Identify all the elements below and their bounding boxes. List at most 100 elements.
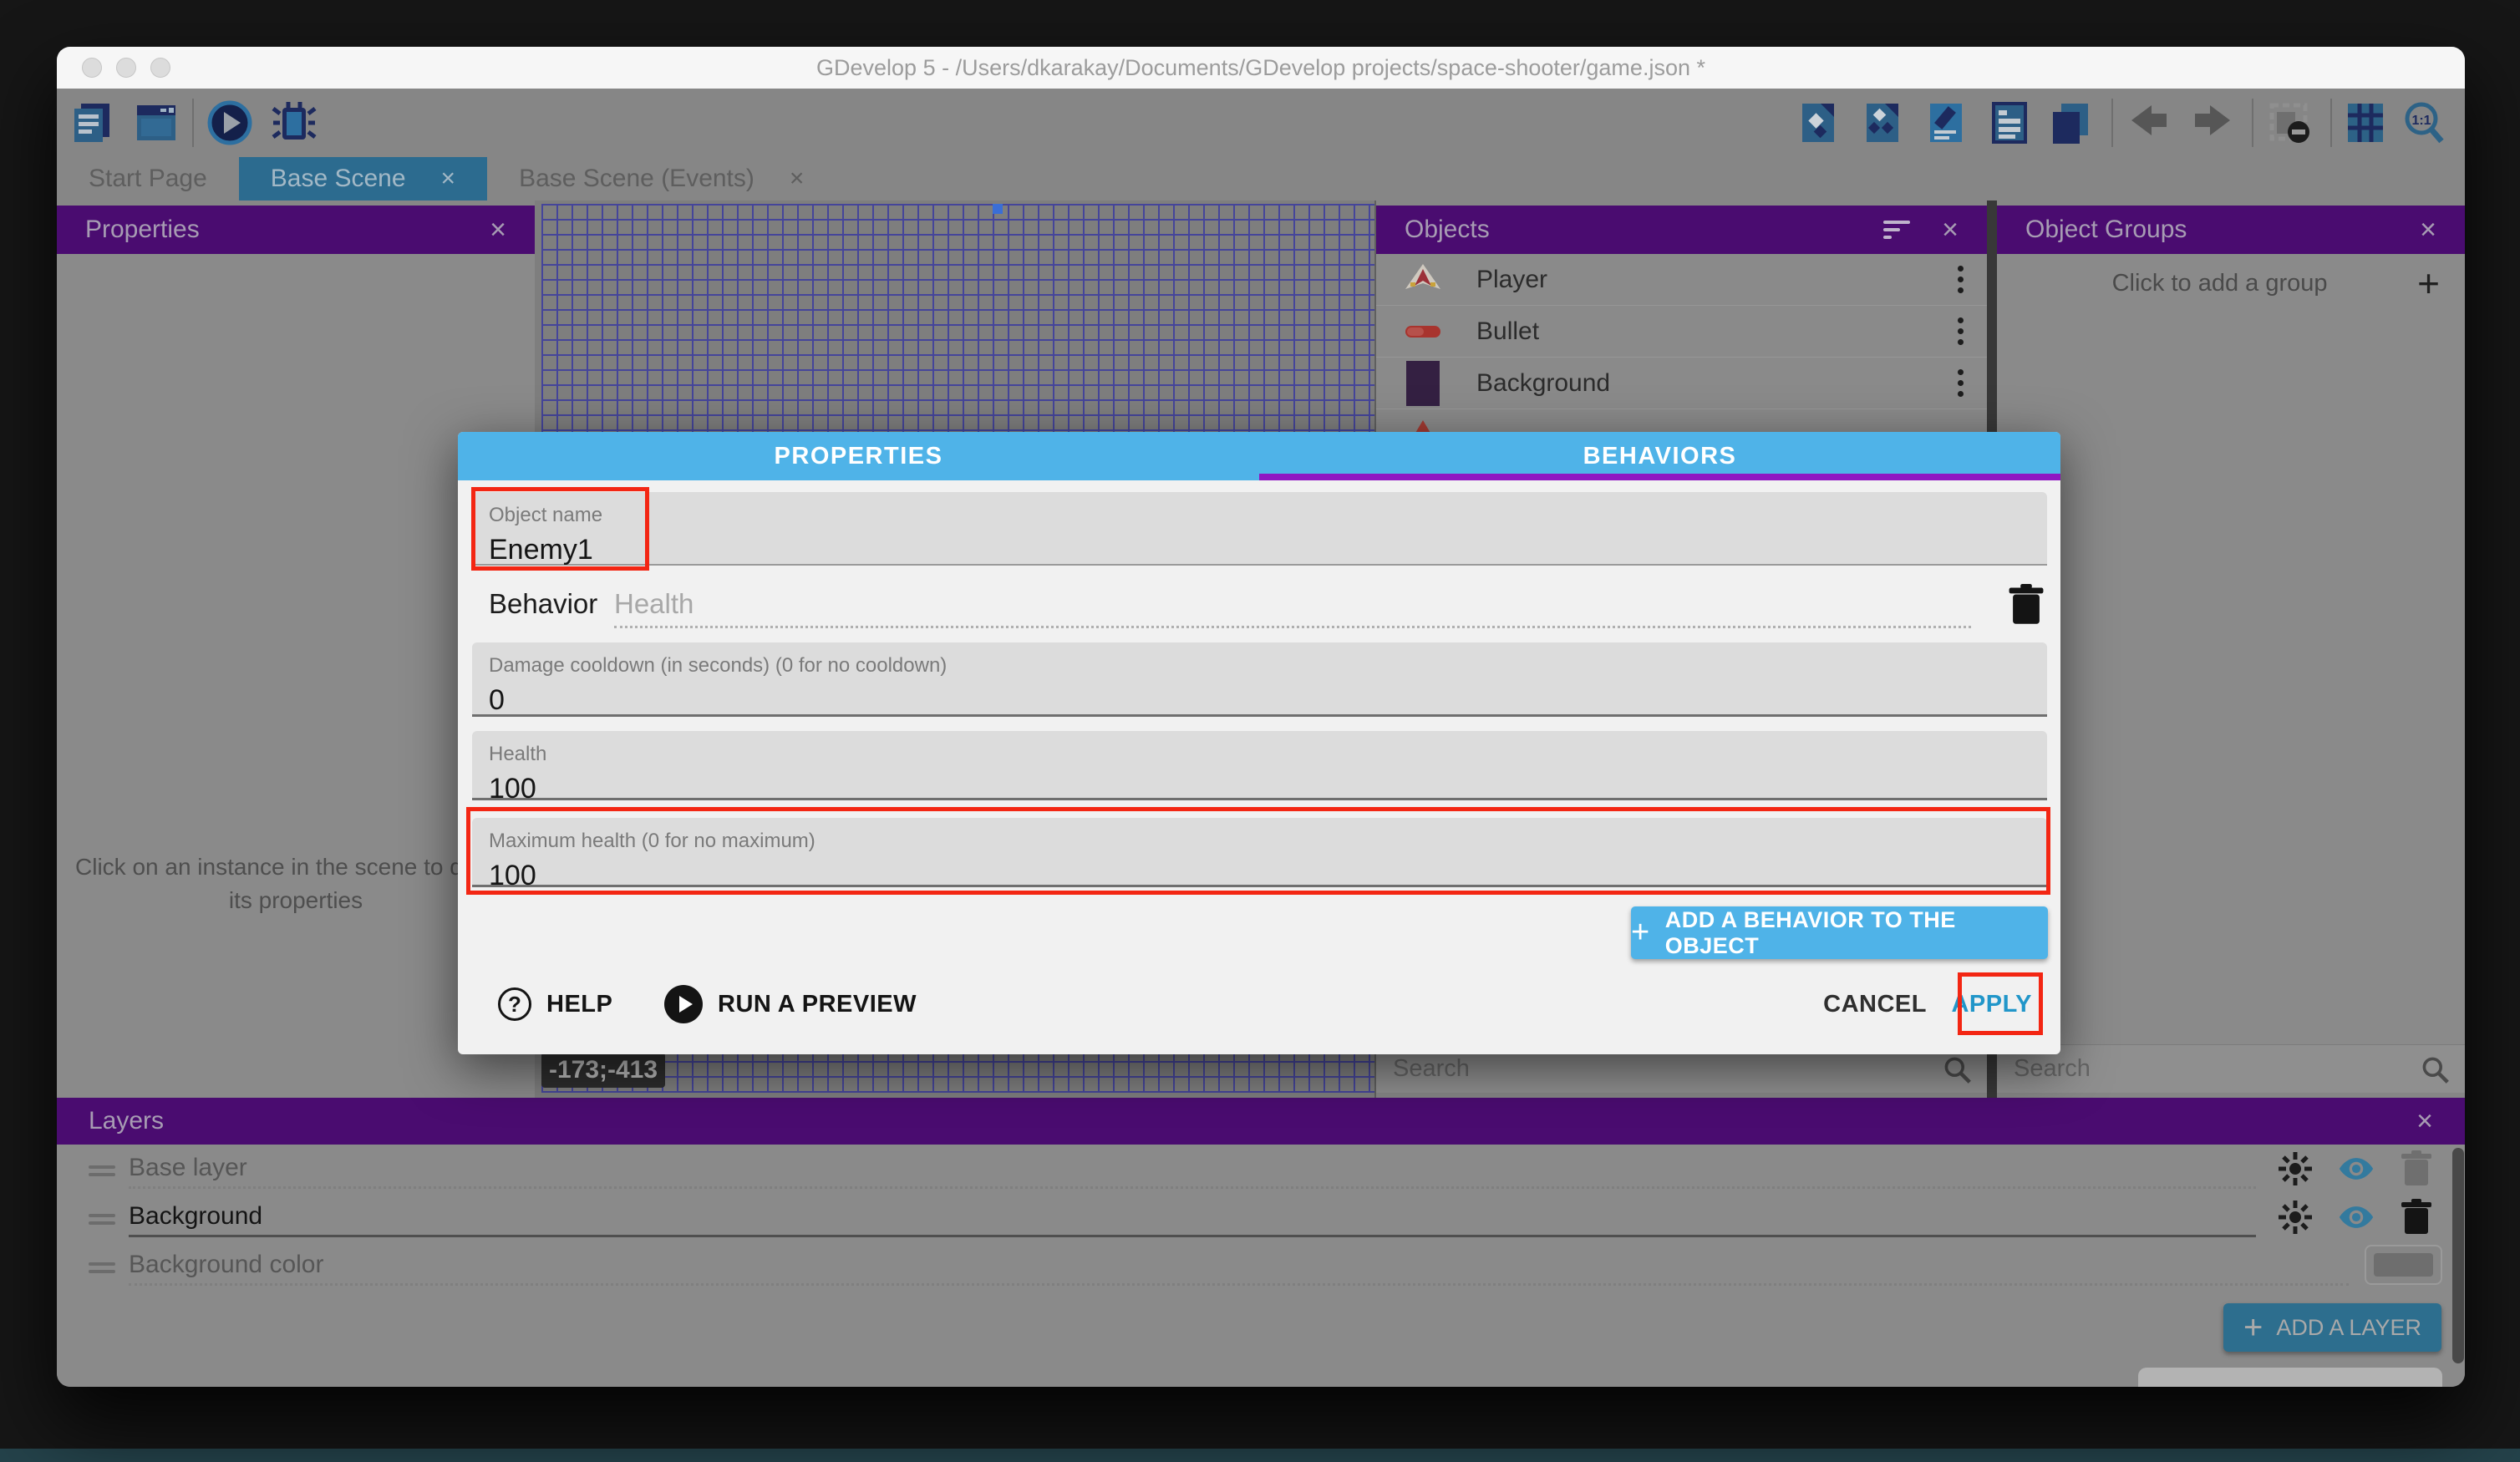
object-row-background[interactable]: Background: [1376, 358, 1987, 409]
layer-name[interactable]: Background: [129, 1202, 262, 1231]
delete-layer-icon[interactable]: [2398, 1199, 2435, 1236]
object-name: Background: [1476, 369, 1958, 398]
object-row-player[interactable]: Player: [1376, 254, 1987, 306]
close-icon[interactable]: ×: [1942, 214, 1959, 246]
mask-toggle-icon[interactable]: [2269, 100, 2314, 145]
close-tab-icon[interactable]: ×: [441, 165, 456, 193]
help-button[interactable]: ? HELP: [498, 983, 612, 1025]
layer-visibility-icon[interactable]: [2338, 1199, 2375, 1236]
project-manager-icon[interactable]: [69, 100, 114, 145]
titlebar: GDevelop 5 - /Users/dkarakay/Documents/G…: [57, 47, 2465, 89]
main-toolbar: 1:1: [57, 89, 2465, 157]
layer-visibility-icon[interactable]: [2338, 1150, 2375, 1187]
object-name-field[interactable]: Object name Enemy1: [472, 492, 2047, 566]
background-color-swatch[interactable]: [2365, 1245, 2442, 1285]
layers-panel-title: Layers: [89, 1107, 164, 1135]
damage-cooldown-field[interactable]: Damage cooldown (in seconds) (0 for no c…: [472, 642, 2047, 717]
tab-base-scene[interactable]: Base Scene×: [239, 157, 487, 201]
object-row-bullet[interactable]: Bullet: [1376, 306, 1987, 358]
objects-search-input[interactable]: [1391, 1054, 1942, 1084]
add-layer-button[interactable]: + ADD A LAYER: [2223, 1303, 2441, 1352]
plus-icon: +: [2243, 1309, 2263, 1347]
redo-icon[interactable]: [2190, 100, 2235, 145]
preview-play-icon[interactable]: [207, 100, 252, 145]
desktop-strip: [0, 1449, 2520, 1462]
layer-effects-icon[interactable]: [2277, 1199, 2314, 1236]
annotation-apply: [1958, 972, 2043, 1035]
undo-icon[interactable]: [2126, 100, 2172, 145]
add-lighting-layer-menu-item[interactable]: + ADD LIGHTING LAYER: [2138, 1368, 2442, 1387]
layer-effects-icon[interactable]: [2277, 1150, 2314, 1187]
background-icon: [1400, 361, 1446, 406]
scrollbar[interactable]: [2452, 1148, 2464, 1363]
layer-name[interactable]: Base layer: [129, 1154, 247, 1182]
close-icon[interactable]: ×: [2416, 1105, 2433, 1138]
properties-panel-header: Properties ×: [57, 206, 535, 254]
object-groups-search-bar: [1997, 1044, 2465, 1093]
object-name: Bullet: [1476, 317, 1958, 346]
close-icon[interactable]: ×: [490, 214, 506, 246]
grid-toggle-icon[interactable]: [2343, 100, 2388, 145]
cancel-button[interactable]: CANCEL: [1823, 983, 1927, 1025]
delete-layer-icon[interactable]: [2398, 1150, 2435, 1187]
field-value: 100: [489, 773, 2030, 805]
properties-list-icon[interactable]: [1987, 100, 2032, 145]
debug-icon[interactable]: [272, 100, 317, 145]
add-group-label: Click to add a group: [2022, 270, 2417, 297]
toolbar-separator: [2330, 99, 2332, 147]
plus-icon: +: [1631, 915, 1650, 951]
object-groups-list: Click to add a group +: [1997, 254, 2465, 1044]
properties-panel-title: Properties: [85, 216, 200, 244]
tab-base-scene-events[interactable]: Base Scene (Events)×: [487, 157, 836, 201]
toolbar-separator: [192, 99, 194, 147]
properties-empty-text: Click on an instance in the scene to d: [75, 854, 463, 881]
editor-tab-bar: Start Page Base Scene× Base Scene (Event…: [57, 157, 2465, 201]
layer-row-base[interactable]: Base layer: [57, 1145, 2465, 1193]
layers-list: Base layer Background Background color +…: [57, 1145, 2465, 1387]
layer-name[interactable]: Background color: [129, 1251, 323, 1279]
cursor-coordinates: -173;-413: [541, 1053, 665, 1088]
scene-window-icon[interactable]: [134, 100, 179, 145]
edit-scene-icon[interactable]: [1923, 100, 1969, 145]
tab-start-page[interactable]: Start Page: [57, 157, 239, 201]
layer-row-background[interactable]: Background: [57, 1193, 2465, 1241]
object-menu-icon[interactable]: [1958, 266, 1964, 293]
layer-name-underline: [129, 1235, 2256, 1237]
annotation-maximum-health: [466, 807, 2050, 895]
object-menu-icon[interactable]: [1958, 369, 1964, 397]
filter-icon[interactable]: [1883, 216, 1912, 243]
zoom-1-1-icon[interactable]: 1:1: [2401, 100, 2446, 145]
object-groups-search-input[interactable]: [2012, 1054, 2420, 1084]
gdevelop-window: GDevelop 5 - /Users/dkarakay/Documents/G…: [57, 47, 2465, 1387]
play-icon: [664, 985, 703, 1023]
add-group-icon[interactable]: +: [2417, 261, 2440, 306]
field-label: Damage cooldown (in seconds) (0 for no c…: [489, 654, 2030, 678]
drag-handle-icon[interactable]: [89, 1210, 115, 1229]
drag-handle-icon[interactable]: [89, 1258, 115, 1277]
drag-handle-icon[interactable]: [89, 1161, 115, 1180]
instance-handle[interactable]: [993, 204, 1003, 214]
behavior-label: Behavior: [489, 588, 597, 620]
objects-group-doc-icon[interactable]: [1860, 100, 1905, 145]
layer-row-background-color[interactable]: Background color: [57, 1241, 2465, 1290]
object-doc-icon[interactable]: [1796, 100, 1841, 145]
behavior-name-value[interactable]: Health: [614, 588, 694, 620]
run-preview-button[interactable]: RUN A PREVIEW: [664, 983, 917, 1025]
add-behavior-button[interactable]: + ADD A BEHAVIOR TO THE OBJECT: [1631, 906, 2048, 959]
tab-properties[interactable]: PROPERTIES: [458, 432, 1259, 480]
plus-icon: +: [2151, 1379, 2169, 1388]
object-groups-panel-header: Object Groups ×: [1997, 206, 2465, 254]
bullet-icon: [1400, 325, 1446, 338]
add-group-row[interactable]: Click to add a group +: [1997, 254, 2465, 312]
instances-copy-icon[interactable]: [2048, 100, 2093, 145]
player-ship-icon: [1400, 262, 1446, 297]
object-menu-icon[interactable]: [1958, 317, 1964, 345]
health-field[interactable]: Health 100: [472, 731, 2047, 800]
behavior-name-row[interactable]: Behavior Health: [489, 586, 2030, 627]
close-icon[interactable]: ×: [2420, 214, 2436, 246]
field-label: Object name: [489, 504, 2030, 527]
delete-behavior-icon[interactable]: [2008, 584, 2045, 626]
close-tab-icon[interactable]: ×: [790, 165, 805, 193]
behavior-name-underline: [614, 626, 1971, 628]
annotation-object-name: [471, 487, 649, 571]
